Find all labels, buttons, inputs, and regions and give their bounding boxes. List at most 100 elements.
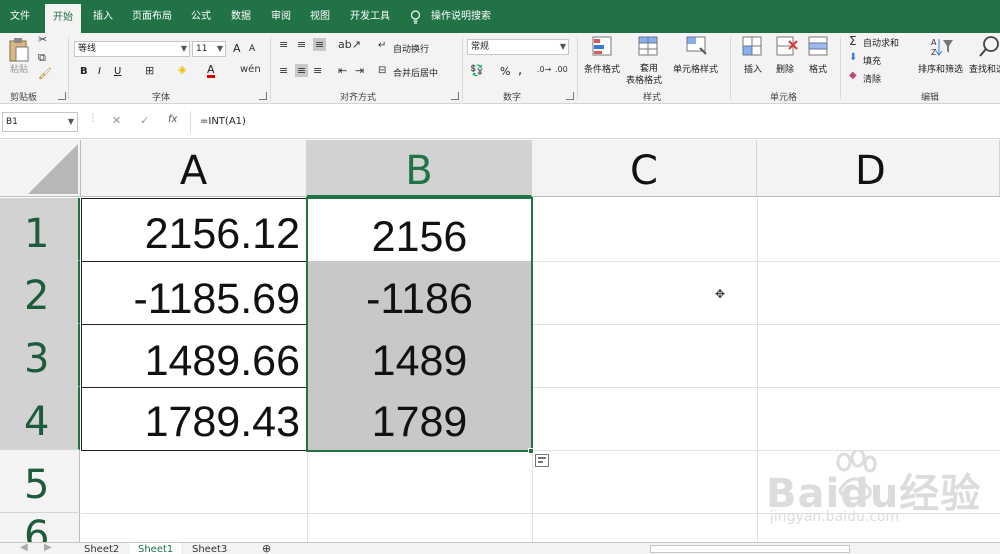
add-sheet-icon[interactable]: ⊕ (262, 543, 271, 554)
row-header-5[interactable]: 5 (0, 450, 80, 513)
font-name-combo[interactable]: 等线 ▼ (74, 41, 190, 57)
prev-sheet-icon[interactable]: ◀ (20, 542, 28, 553)
cell-a2[interactable]: -1185.69 (81, 275, 300, 324)
sigma-icon[interactable]: Σ (849, 34, 857, 48)
next-sheet-icon[interactable]: ▶ (44, 542, 52, 553)
delete-cells-icon[interactable] (776, 36, 798, 56)
borders-icon[interactable]: ⊞ (145, 64, 154, 77)
format-as-table-icon[interactable] (638, 36, 658, 56)
cell-styles-button[interactable]: 单元格样式 (673, 62, 718, 75)
sheet-tab-sheet3[interactable]: Sheet3 (192, 543, 227, 554)
tab-formulas[interactable]: 公式 (191, 0, 211, 33)
align-right-icon[interactable]: ≡ (313, 64, 322, 77)
alignment-launcher-icon[interactable] (451, 92, 459, 100)
orientation-icon[interactable]: ab↗ (338, 38, 361, 51)
column-header-b[interactable]: B (307, 140, 532, 197)
column-header-a[interactable]: A (81, 140, 307, 197)
tab-home[interactable]: 开始 (45, 4, 81, 33)
tell-me-search[interactable]: 操作说明搜索 (431, 0, 491, 33)
conditional-format-icon[interactable] (592, 36, 612, 56)
paste-icon[interactable] (8, 37, 30, 63)
conditional-format-button[interactable]: 条件格式 (584, 62, 620, 75)
cell-b2[interactable]: -1186 (307, 275, 532, 324)
tab-insert[interactable]: 插入 (93, 0, 113, 33)
autosum-button[interactable]: 自动求和 (863, 36, 899, 49)
cell-b3[interactable]: 1489 (307, 337, 532, 386)
tab-developer[interactable]: 开发工具 (350, 0, 390, 33)
tab-view[interactable]: 视图 (310, 0, 330, 33)
eraser-icon[interactable]: ◆ (849, 70, 857, 81)
currency-icon[interactable]: 💱 (470, 64, 484, 77)
cancel-icon[interactable]: ✕ (112, 114, 121, 127)
cell-a4[interactable]: 1789.43 (81, 398, 300, 447)
font-color-button[interactable]: A (207, 64, 215, 78)
percent-button[interactable]: % (500, 65, 510, 78)
horizontal-scrollbar[interactable] (650, 545, 850, 553)
grow-font-button[interactable]: A (233, 42, 241, 55)
increase-decimal-icon[interactable]: .0→ (537, 65, 551, 74)
clear-button[interactable]: 清除 (863, 72, 881, 85)
sort-filter-button[interactable]: 排序和筛选 (918, 62, 963, 75)
clipboard-launcher-icon[interactable] (58, 92, 66, 100)
tab-page-layout[interactable]: 页面布局 (132, 0, 172, 33)
magnifier-icon[interactable] (978, 35, 1000, 59)
number-launcher-icon[interactable] (566, 92, 574, 100)
wrap-text-icon[interactable]: ↵ (378, 40, 386, 51)
align-top-icon[interactable]: ≡ (279, 38, 288, 51)
tab-file[interactable]: 文件 (10, 0, 30, 33)
formula-input[interactable]: =INT(A1) (200, 116, 246, 127)
column-header-c[interactable]: C (532, 140, 757, 197)
enter-icon[interactable]: ✓ (140, 114, 149, 127)
font-launcher-icon[interactable] (259, 92, 267, 100)
sheet-tab-sheet1[interactable]: Sheet1 (130, 543, 182, 554)
align-center-icon[interactable]: ≡ (295, 64, 309, 77)
fill-button[interactable]: 填充 (863, 54, 881, 67)
increase-indent-icon[interactable]: ⇥ (355, 64, 364, 77)
cell-b1[interactable]: 2156 (307, 213, 532, 262)
merge-icon[interactable]: ⊟ (378, 65, 386, 76)
cell-a3[interactable]: 1489.66 (81, 337, 300, 386)
format-cells-button[interactable]: 格式 (809, 62, 827, 75)
font-size-combo[interactable]: 11 ▼ (192, 41, 226, 57)
insert-function-icon[interactable]: fx (168, 114, 177, 125)
sheet-tab-sheet2[interactable]: Sheet2 (84, 543, 119, 554)
worksheet-grid[interactable]: A B C D 1 2 3 4 5 6 2156.12 -1185.69 148… (0, 140, 1000, 542)
wrap-text-button[interactable]: 自动换行 (393, 42, 429, 55)
delete-cells-button[interactable]: 删除 (776, 62, 794, 75)
cell-b4[interactable]: 1789 (307, 398, 532, 447)
phonetic-icon[interactable]: wén (240, 64, 261, 75)
insert-cells-icon[interactable] (742, 36, 762, 56)
name-box[interactable]: B1 ▼ (2, 112, 78, 132)
column-header-d[interactable]: D (757, 140, 1000, 197)
row-header-3[interactable]: 3 (0, 324, 80, 387)
align-left-icon[interactable]: ≡ (279, 64, 288, 77)
quick-analysis-icon[interactable] (535, 454, 549, 467)
align-bottom-icon[interactable]: ≡ (313, 38, 327, 51)
format-as-table-line2[interactable]: 表格格式 (626, 73, 662, 86)
format-painter-icon[interactable]: 🖌 (38, 67, 52, 80)
fill-color-icon[interactable]: ◈ (178, 63, 186, 76)
decrease-decimal-icon[interactable]: .00 (555, 65, 568, 74)
number-format-combo[interactable]: 常规 ▼ (467, 39, 569, 55)
cell-styles-icon[interactable] (686, 36, 708, 56)
row-header-6[interactable]: 6 (0, 513, 80, 542)
row-header-1[interactable]: 1 (0, 198, 80, 261)
cell-a1[interactable]: 2156.12 (81, 210, 300, 259)
bold-button[interactable]: B (80, 66, 88, 77)
shrink-font-button[interactable]: A (249, 44, 255, 54)
cut-icon[interactable]: ✂ (38, 33, 47, 46)
row-header-4[interactable]: 4 (0, 387, 80, 450)
insert-cells-button[interactable]: 插入 (744, 62, 762, 75)
select-all-corner[interactable] (0, 140, 81, 197)
italic-button[interactable]: I (98, 66, 101, 77)
underline-button[interactable]: U (114, 66, 121, 77)
find-select-button[interactable]: 查找和选 (969, 62, 1000, 75)
tab-data[interactable]: 数据 (231, 0, 251, 33)
merge-center-button[interactable]: 合并后居中 (393, 66, 438, 79)
copy-icon[interactable]: ⧉ (38, 51, 46, 65)
sort-filter-icon[interactable]: A Z (930, 36, 954, 58)
row-header-2[interactable]: 2 (0, 261, 80, 324)
format-cells-icon[interactable] (808, 36, 830, 56)
comma-button[interactable]: , (518, 63, 522, 78)
decrease-indent-icon[interactable]: ⇤ (338, 64, 347, 77)
